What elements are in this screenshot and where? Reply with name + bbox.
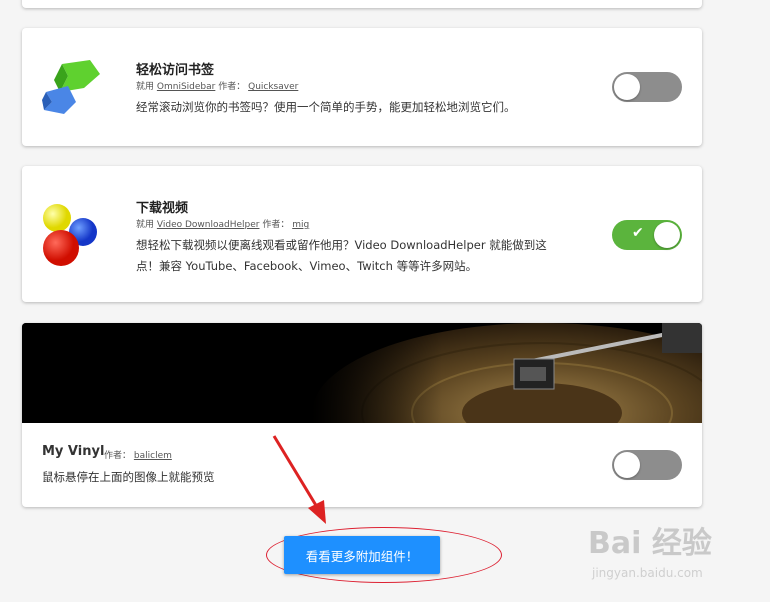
checkmark-icon: ✔ — [632, 225, 644, 241]
addon-card-omnisidebar: 轻松访问书签 就用 OmniSidebar 作者： Quicksaver 经常滚… — [22, 28, 702, 146]
description-line: 点！兼容 YouTube、Facebook、Vimeo、Twitch 等等许多网… — [136, 259, 478, 273]
addon-title: 下载视频 — [136, 201, 189, 216]
addon-description: 经常滚动浏览你的书签吗？使用一个简单的手势，能更加轻松地浏览它们。 — [136, 100, 516, 114]
theme-meta: 作者： baliclem — [104, 451, 172, 461]
addon-title: 轻松访问书签 — [136, 63, 215, 78]
addon-meta: 就用 OmniSidebar 作者： Quicksaver — [136, 82, 299, 92]
author-link[interactable]: mig — [292, 220, 309, 230]
theme-title: My Vinyl — [42, 444, 105, 459]
author-link[interactable]: baliclem — [134, 451, 172, 461]
addon-meta: 就用 Video DownloadHelper 作者： mig — [136, 220, 310, 230]
description-line: 想轻松下载视频以便离线观看或留作他用？Video DownloadHelper … — [136, 238, 547, 252]
omnisidebar-icon — [42, 60, 100, 114]
theme-preview-image[interactable] — [22, 323, 702, 423]
vinyl-record-image — [22, 323, 702, 423]
extension-link[interactable]: OmniSidebar — [157, 82, 215, 92]
toggle-knob — [654, 222, 680, 248]
enable-toggle[interactable] — [612, 72, 682, 102]
baidu-watermark-url: jingyan.baidu.com — [592, 566, 703, 580]
toggle-knob — [614, 452, 640, 478]
author-link[interactable]: Quicksaver — [248, 82, 298, 92]
annotation-arrow — [272, 435, 326, 524]
addon-card-video-downloadhelper: 下载视频 就用 Video DownloadHelper 作者： mig 想轻松… — [22, 166, 702, 302]
extension-link[interactable]: Video DownloadHelper — [157, 220, 260, 230]
baidu-watermark: Bai 经验 — [588, 526, 712, 561]
addon-description: 想轻松下载视频以便离线观看或留作他用？Video DownloadHelper … — [136, 235, 547, 277]
theme-card-my-vinyl: My Vinyl 作者： baliclem 鼠标悬停在上面的图像上就能预览 — [22, 323, 702, 507]
enable-toggle[interactable]: ✔ — [612, 220, 682, 250]
toggle-knob — [614, 74, 640, 100]
enable-toggle[interactable] — [612, 450, 682, 480]
video-downloadhelper-icon — [43, 204, 97, 266]
previous-addon-card — [22, 0, 702, 8]
theme-description: 鼠标悬停在上面的图像上就能预览 — [42, 470, 215, 484]
see-more-addons-button[interactable]: 看看更多附加组件！ — [284, 536, 440, 574]
